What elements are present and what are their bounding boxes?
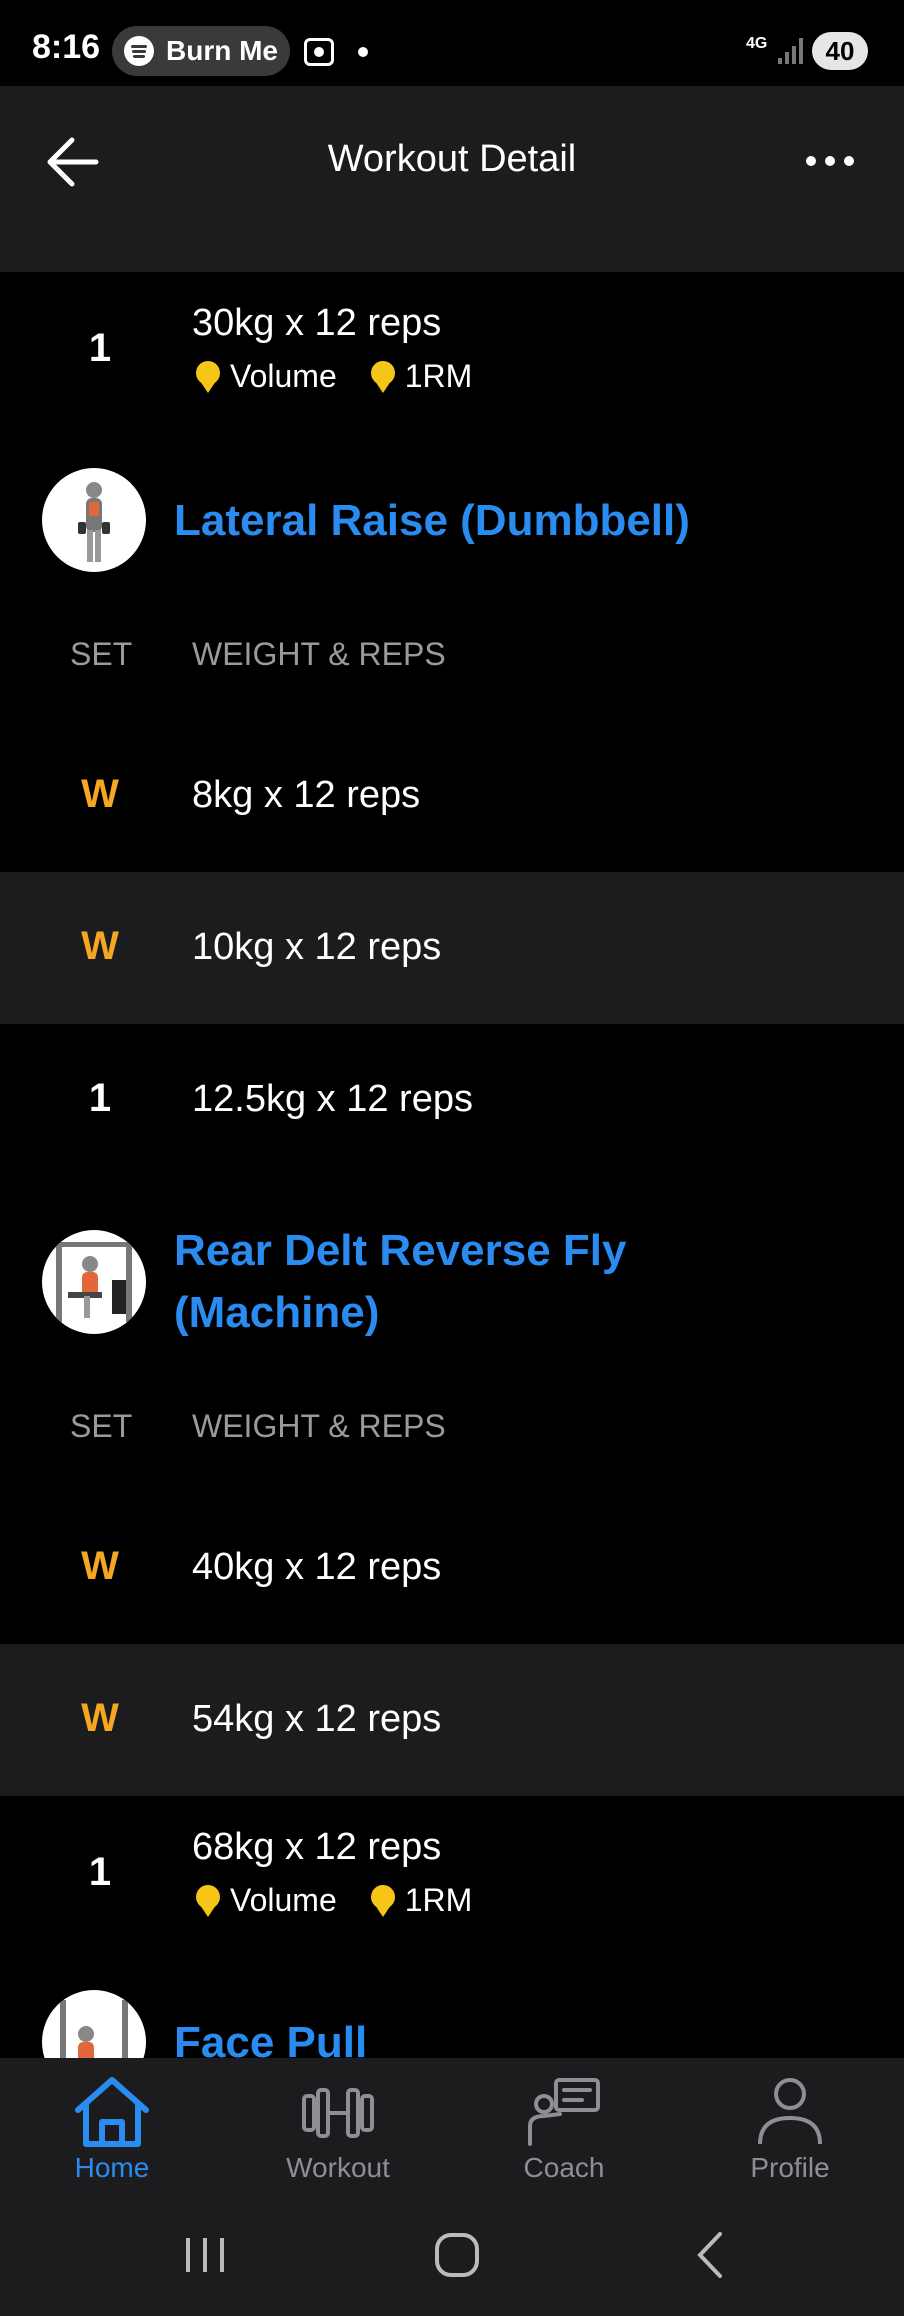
set-row: 1 12.5kg x 12 reps xyxy=(0,1024,904,1176)
status-time: 8:16 xyxy=(32,28,101,66)
chevron-left-icon xyxy=(697,2232,722,2278)
column-header-set: SET xyxy=(70,636,133,672)
spotify-track-label: Burn Me xyxy=(166,35,278,66)
set-number: 1 xyxy=(88,326,112,370)
home-icon xyxy=(75,2077,149,2147)
nav-workout[interactable]: Workout xyxy=(248,2074,428,2184)
nav-home-label: Home xyxy=(74,2152,150,2183)
pr-badges: Volume 1RM xyxy=(192,1882,502,1919)
warmup-set-marker: W xyxy=(81,1544,119,1588)
weight-reps: 68kg x 12 reps xyxy=(192,1826,442,1868)
signal-icon xyxy=(778,36,804,64)
nav-profile-label: Profile xyxy=(750,2152,830,2183)
screenshot-icon xyxy=(304,38,334,66)
medal-icon xyxy=(367,359,399,395)
nav-coach[interactable]: Coach xyxy=(474,2074,654,2184)
notification-dot-icon xyxy=(358,47,368,57)
medal-icon xyxy=(192,1883,224,1919)
nav-coach-label: Coach xyxy=(523,2152,605,2183)
back-system-button[interactable] xyxy=(676,2220,746,2290)
reverse-fly-machine-illustration-icon xyxy=(56,1242,132,1322)
set-row: W 8kg x 12 reps xyxy=(0,720,904,872)
column-header-weight-reps: WEIGHT & REPS xyxy=(192,636,446,672)
coach-icon xyxy=(528,2078,600,2146)
page-title: Workout Detail xyxy=(327,138,577,180)
recent-apps-button[interactable] xyxy=(170,2220,240,2290)
profile-icon xyxy=(758,2078,822,2145)
exercise-thumbnail[interactable] xyxy=(42,1230,146,1334)
set-row: 1 68kg x 12 reps Volume 1RM xyxy=(0,1796,904,1948)
set-row: 1 30kg x 12 reps Volume 1RM xyxy=(0,276,904,428)
network-type: 4G xyxy=(746,35,768,52)
pr-label: Volume xyxy=(230,358,337,394)
pr-label: 1RM xyxy=(404,358,473,394)
dumbbell-icon xyxy=(302,2088,374,2138)
set-row: W 40kg x 12 reps xyxy=(0,1492,904,1644)
set-number: 1 xyxy=(88,1850,112,1894)
nav-home[interactable]: Home xyxy=(22,2074,202,2184)
weight-reps: 40kg x 12 reps xyxy=(192,1546,442,1588)
exercise-title-line: (Machine) xyxy=(174,1288,380,1337)
medal-icon xyxy=(367,1883,399,1919)
weight-reps: 30kg x 12 reps xyxy=(192,302,442,344)
exercise-thumbnail[interactable] xyxy=(42,468,146,572)
nav-profile[interactable]: Profile xyxy=(700,2074,880,2184)
exercise-title[interactable]: Rear Delt Reverse Fly (Machine) xyxy=(174,1220,626,1344)
weight-reps: 10kg x 12 reps xyxy=(192,926,442,968)
pr-label: 1RM xyxy=(404,1882,473,1918)
more-options-button[interactable] xyxy=(800,142,860,182)
spotify-now-playing[interactable]: Burn Me xyxy=(112,26,290,76)
weight-reps: 54kg x 12 reps xyxy=(192,1698,442,1740)
battery-indicator: 40 xyxy=(812,32,868,70)
home-circle-icon xyxy=(435,2233,479,2277)
exercise-title-line: Rear Delt Reverse Fly xyxy=(174,1226,627,1275)
home-system-button[interactable] xyxy=(422,2220,492,2290)
medal-icon xyxy=(192,359,224,395)
pr-label: Volume xyxy=(230,1882,337,1918)
lateral-raise-illustration-icon xyxy=(78,482,110,562)
set-row: W 54kg x 12 reps xyxy=(0,1644,904,1796)
weight-reps: 12.5kg x 12 reps xyxy=(192,1078,473,1120)
column-header-weight-reps: WEIGHT & REPS xyxy=(192,1408,446,1444)
warmup-set-marker: W xyxy=(81,772,119,816)
column-header-set: SET xyxy=(70,1408,133,1444)
recent-apps-icon xyxy=(186,2238,224,2272)
warmup-set-marker: W xyxy=(81,1696,119,1740)
pr-badges: Volume 1RM xyxy=(192,358,502,395)
spotify-icon xyxy=(124,36,154,66)
exercise-title[interactable]: Lateral Raise (Dumbbell) xyxy=(174,490,690,552)
set-row: W 10kg x 12 reps xyxy=(0,872,904,1024)
warmup-set-marker: W xyxy=(81,924,119,968)
set-number: 1 xyxy=(88,1076,112,1120)
nav-workout-label: Workout xyxy=(286,2152,390,2183)
weight-reps: 8kg x 12 reps xyxy=(192,774,421,816)
